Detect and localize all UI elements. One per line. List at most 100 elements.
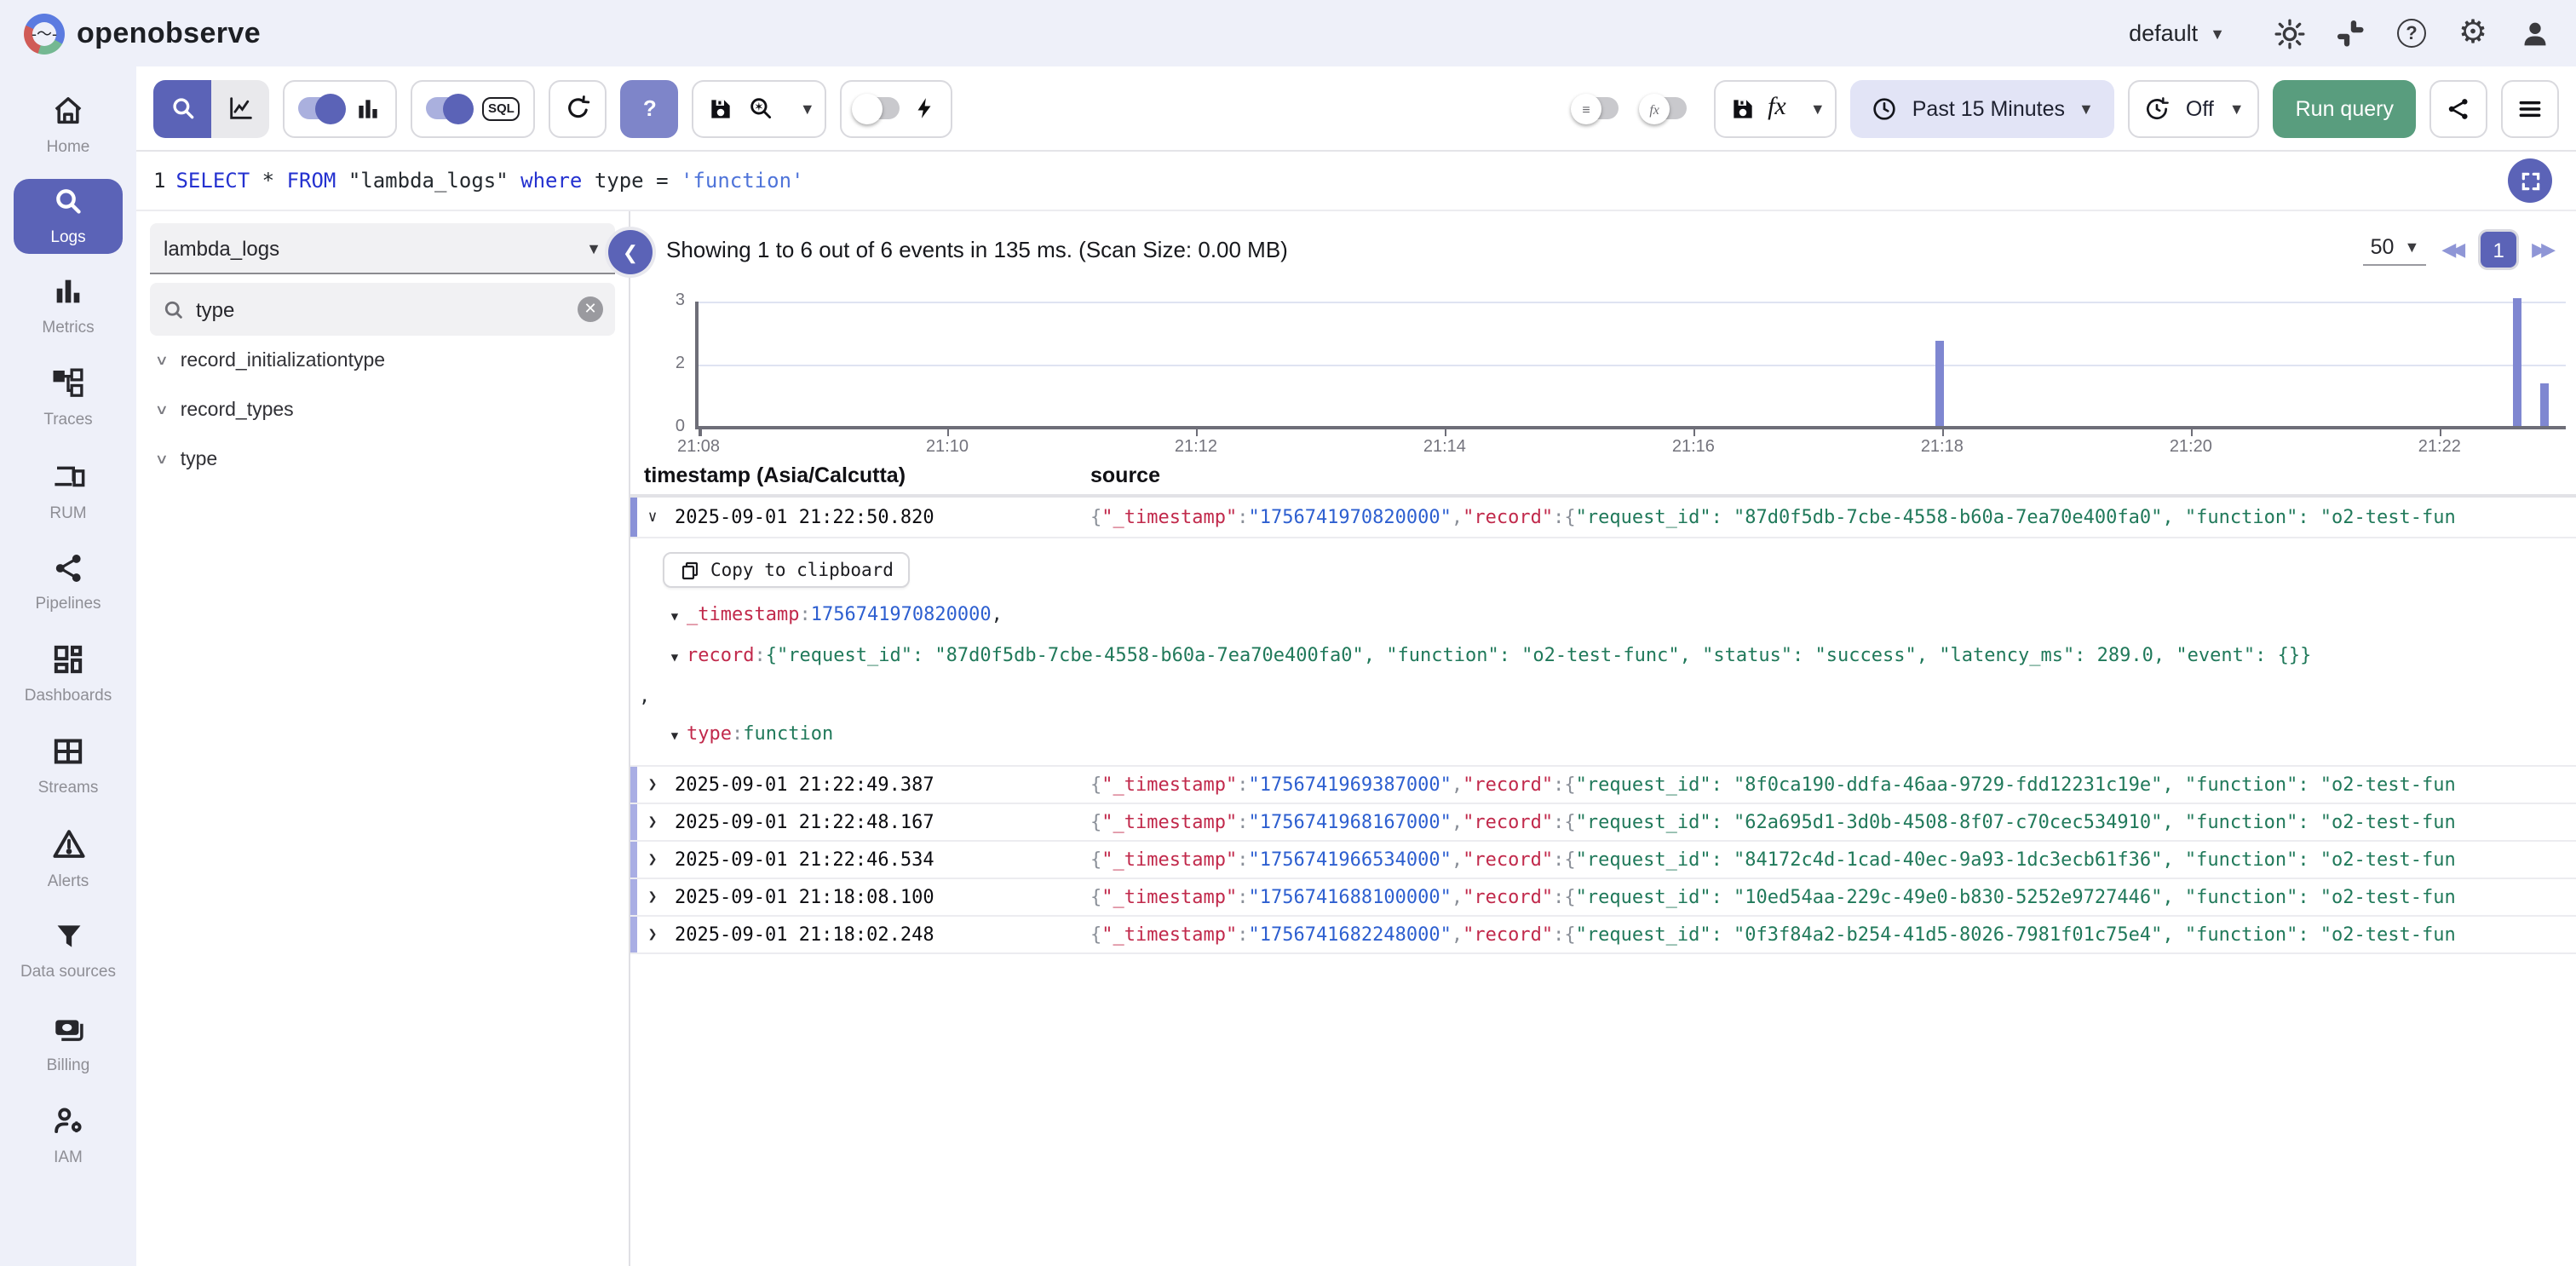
row-accent-bar <box>630 842 637 878</box>
time-range-label: Past 15 Minutes <box>1912 96 2065 120</box>
column-header-timestamp[interactable]: timestamp (Asia/Calcutta) <box>630 463 1090 486</box>
sidebar-item-label: Home <box>47 140 90 158</box>
histogram-toggle[interactable] <box>298 97 342 119</box>
histogram-chart[interactable]: 32021:0821:1021:1221:1421:1621:1821:2021… <box>630 288 2576 455</box>
table-row[interactable]: ∨2025-09-01 21:22:50.820{"_timestamp":"1… <box>630 496 2576 538</box>
sidebar-item-alerts[interactable]: Alerts <box>3 813 133 905</box>
save-icon[interactable] <box>708 95 735 122</box>
wrap-lines-toggle[interactable]: ≡ <box>1573 97 1618 119</box>
slack-icon[interactable] <box>2332 15 2368 51</box>
logo-text: openobserve <box>77 16 261 50</box>
fx-toggle[interactable]: fx <box>1642 97 1686 119</box>
billing-icon <box>50 1010 86 1054</box>
sidebar-item-metrics[interactable]: Metrics <box>3 261 133 353</box>
table-row[interactable]: ❯2025-09-01 21:18:02.248{"_timestamp":"1… <box>630 917 2576 954</box>
field-item-type[interactable]: ∨type <box>150 434 615 484</box>
chevron-down-icon[interactable]: ▼ <box>663 607 687 629</box>
timestamp-cell: 2025-09-01 21:22:50.820 <box>675 506 1090 528</box>
timestamp-cell: 2025-09-01 21:18:02.248 <box>675 924 1090 946</box>
search-mode-tab[interactable] <box>153 79 211 137</box>
sidebar-item-home[interactable]: Home <box>3 80 133 172</box>
histogram-toggle-group <box>283 79 397 137</box>
collapse-fields-panel-button[interactable]: ❮ <box>608 230 653 274</box>
field-search-input[interactable] <box>196 297 567 321</box>
account-icon[interactable] <box>2516 15 2552 51</box>
stream-selector[interactable]: lambda_logs ▼ <box>150 223 615 274</box>
table-row[interactable]: ❯2025-09-01 21:22:49.387{"_timestamp":"1… <box>630 767 2576 804</box>
x-axis-label: 21:18 <box>1921 438 1964 457</box>
copy-to-clipboard-button[interactable]: Copy to clipboard <box>663 552 911 588</box>
sidebar-item-streams[interactable]: Streams <box>3 721 133 813</box>
sidebar-item-data-sources[interactable]: Data sources <box>3 905 133 997</box>
field-item-record_types[interactable]: ∨record_types <box>150 385 615 434</box>
x-axis-label: 21:08 <box>677 438 720 457</box>
clear-search-icon[interactable]: ✕ <box>578 296 603 322</box>
source-cell: {"_timestamp":"1756741970820000","record… <box>1090 506 2576 528</box>
y-axis-label: 2 <box>634 354 685 372</box>
menu-button[interactable] <box>2501 79 2559 137</box>
caret-down-icon: ▼ <box>2210 25 2225 42</box>
hamburger-icon <box>2516 95 2544 122</box>
share-button[interactable] <box>2429 79 2487 137</box>
app-header: -〜- openobserve default ▼ <box>0 0 2576 66</box>
sidebar-item-dashboards[interactable]: Dashboards <box>3 629 133 721</box>
alerts-icon <box>50 826 86 870</box>
time-range-selector[interactable]: Past 15 Minutes ▼ <box>1851 79 2114 137</box>
row-accent-bar <box>630 917 637 952</box>
x-axis-label: 21:20 <box>2170 438 2212 457</box>
sidebar-item-billing[interactable]: Billing <box>3 997 133 1089</box>
chevron-down-icon[interactable]: ▼ <box>663 726 687 748</box>
sidebar-item-label: RUM <box>49 505 86 524</box>
prev-page-button[interactable]: ◀◀ <box>2441 239 2465 261</box>
current-page[interactable]: 1 <box>2481 232 2516 268</box>
table-row[interactable]: ❯2025-09-01 21:22:46.534{"_timestamp":"1… <box>630 842 2576 879</box>
detail-line: ▼record:{"request_id": "87d0f5db-7cbe-45… <box>663 644 2576 670</box>
detail-line: , <box>639 685 2576 707</box>
stream-name: lambda_logs <box>164 236 279 260</box>
sidebar-item-pipelines[interactable]: Pipelines <box>3 537 133 629</box>
sidebar-item-traces[interactable]: Traces <box>3 353 133 445</box>
organization-selector[interactable]: default ▼ <box>2129 20 2225 46</box>
function-dropdown[interactable]: ▼ <box>1800 79 1837 137</box>
saved-search-dropdown[interactable]: ▼ <box>790 79 827 137</box>
theme-sun-icon[interactable] <box>2271 15 2307 51</box>
save-function-icon[interactable] <box>1728 95 1756 122</box>
query-help-button[interactable]: ? <box>621 79 679 137</box>
field-name: record_types <box>181 400 294 420</box>
sql-editor[interactable]: 1 SELECT * FROM "lambda_logs" where type… <box>136 152 2576 211</box>
histogram-bar[interactable] <box>2539 383 2548 426</box>
page-size-selector[interactable]: 50 ▼ <box>2364 234 2427 265</box>
source-cell: {"_timestamp":"1756741969387000","record… <box>1090 774 2576 796</box>
column-header-source[interactable]: source <box>1090 463 1160 486</box>
saved-search-icon[interactable]: ✶ <box>747 94 776 123</box>
iam-icon <box>50 1102 86 1146</box>
question-icon: ? <box>634 92 666 124</box>
next-page-button[interactable]: ▶▶ <box>2532 239 2556 261</box>
run-query-button[interactable]: Run query <box>2274 79 2416 137</box>
settings-gear-icon[interactable]: ⚙ <box>2455 15 2491 51</box>
sidebar-item-logs[interactable]: Logs <box>14 179 123 254</box>
histogram-bar[interactable] <box>1935 341 1943 426</box>
quick-mode-toggle[interactable] <box>856 97 900 119</box>
sidebar-item-iam[interactable]: IAM <box>3 1089 133 1181</box>
y-axis-label: 3 <box>634 291 685 310</box>
histogram-bar[interactable] <box>2514 298 2522 426</box>
field-item-record_initializationtype[interactable]: ∨record_initializationtype <box>150 336 615 385</box>
table-row[interactable]: ❯2025-09-01 21:18:08.100{"_timestamp":"1… <box>630 879 2576 917</box>
auto-refresh-selector[interactable]: Off ▼ <box>2128 79 2260 137</box>
sidebar-item-rum[interactable]: RUM <box>3 445 133 537</box>
sidebar-item-label: Traces <box>43 412 92 431</box>
reset-filters-button[interactable] <box>549 79 607 137</box>
sql-query-text: SELECT * FROM "lambda_logs" where type =… <box>175 169 803 193</box>
help-icon[interactable]: ? <box>2394 15 2429 51</box>
editor-fullscreen-button[interactable] <box>2508 158 2552 203</box>
copy-label: Copy to clipboard <box>710 560 894 580</box>
caret-down-icon: ▼ <box>2079 100 2094 117</box>
sql-mode-toggle[interactable] <box>426 97 470 119</box>
results-summary: Showing 1 to 6 out of 6 events in 135 ms… <box>666 237 1288 262</box>
rum-icon <box>50 457 86 502</box>
visualize-mode-tab[interactable] <box>211 79 269 137</box>
chevron-down-icon[interactable]: ▼ <box>663 647 687 670</box>
search-icon <box>162 297 186 321</box>
table-row[interactable]: ❯2025-09-01 21:22:48.167{"_timestamp":"1… <box>630 804 2576 842</box>
